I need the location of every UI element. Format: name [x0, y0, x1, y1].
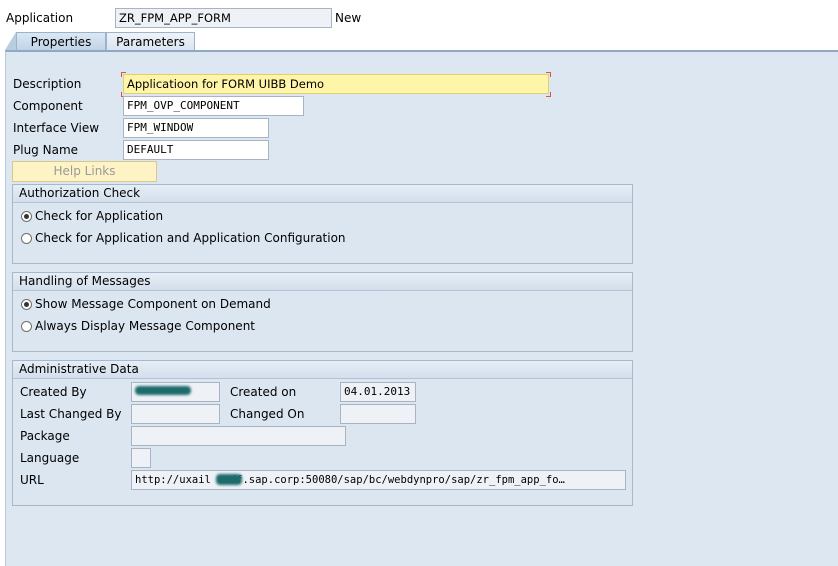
tab-properties-slant — [5, 32, 16, 50]
radio-show-message-on-demand[interactable] — [21, 299, 32, 310]
plug-name-field[interactable]: DEFAULT — [123, 140, 269, 160]
radio-check-for-application[interactable] — [21, 211, 32, 222]
changed-on-field[interactable] — [340, 404, 416, 424]
handling-of-messages-title: Handling of Messages — [13, 273, 632, 291]
administrative-data-title: Administrative Data — [13, 361, 632, 379]
description-label: Description — [13, 77, 82, 91]
radio-label-check-for-application-and-config: Check for Application and Application Co… — [35, 231, 346, 245]
radio-check-for-application-and-config[interactable] — [21, 233, 32, 244]
application-name-field[interactable]: ZR_FPM_APP_FORM — [115, 8, 332, 28]
url-label: URL — [20, 473, 44, 487]
focus-corner-br — [546, 92, 551, 97]
radio-always-display-message[interactable] — [21, 321, 32, 332]
language-label: Language — [20, 451, 80, 465]
package-label: Package — [20, 429, 70, 443]
handling-of-messages-group: Handling of Messages — [12, 272, 633, 352]
component-field[interactable]: FPM_OVP_COMPONENT — [123, 96, 304, 116]
package-field[interactable] — [131, 426, 346, 446]
created-on-field[interactable]: 04.01.2013 — [340, 382, 416, 402]
last-changed-by-label: Last Changed By — [20, 407, 122, 421]
component-label: Component — [13, 99, 83, 113]
status-text: New — [335, 11, 362, 25]
tab-parameters[interactable]: Parameters — [106, 32, 195, 51]
radio-label-check-for-application: Check for Application — [35, 209, 164, 223]
language-field[interactable] — [131, 448, 151, 468]
plug-name-label: Plug Name — [13, 143, 79, 157]
application-label: Application — [6, 11, 74, 25]
authorization-check-title: Authorization Check — [13, 185, 632, 203]
url-field[interactable]: http://uxail .wdf.sap.corp:50080/sap/bc/… — [131, 470, 626, 490]
authorization-check-group: Authorization Check — [12, 184, 633, 264]
redaction-mark — [216, 474, 242, 485]
redaction-mark — [135, 386, 191, 395]
changed-on-label: Changed On — [230, 407, 305, 421]
radio-label-show-message-on-demand: Show Message Component on Demand — [35, 297, 271, 311]
tab-properties[interactable]: Properties — [16, 32, 106, 51]
created-on-label: Created on — [230, 385, 297, 399]
radio-label-always-display-message: Always Display Message Component — [35, 319, 256, 333]
description-field[interactable]: Applicatioon for FORM UIBB Demo — [123, 74, 549, 94]
interface-view-field[interactable]: FPM_WINDOW — [123, 118, 269, 138]
last-changed-by-field[interactable] — [131, 404, 220, 424]
focus-corner-tr — [546, 72, 551, 77]
focus-corner-tl — [121, 72, 126, 77]
help-links-button[interactable]: Help Links — [12, 161, 157, 182]
created-by-label: Created By — [20, 385, 87, 399]
interface-view-label: Interface View — [13, 121, 100, 135]
